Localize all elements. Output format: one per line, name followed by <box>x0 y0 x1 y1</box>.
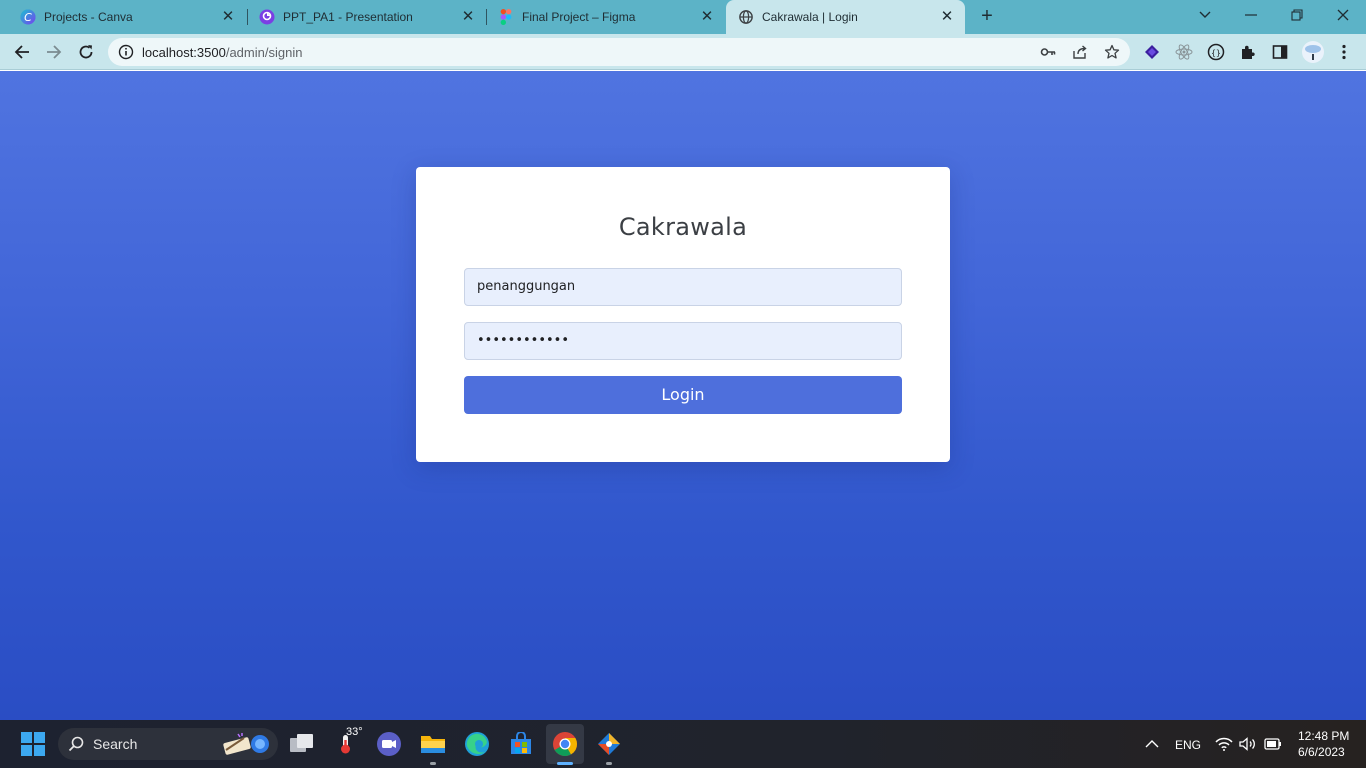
weather-temp: 33° <box>346 726 363 738</box>
tab-search-button[interactable] <box>1182 0 1228 30</box>
close-icon[interactable]: ✕ <box>460 9 476 25</box>
url-host: localhost:3500 <box>142 45 226 60</box>
tab-canva[interactable]: C Projects - Canva ✕ <box>0 0 246 34</box>
task-view-icon[interactable] <box>288 730 316 758</box>
close-icon <box>1337 9 1349 21</box>
battery-icon[interactable] <box>1263 730 1283 758</box>
password-field[interactable]: •••••••••••• <box>464 322 902 360</box>
site-info-icon[interactable] <box>118 44 134 60</box>
new-tab-button[interactable]: + <box>976 6 998 28</box>
windows-taskbar: Search 33° ENG 12:48 PM 6/6/2023 <box>0 720 1366 768</box>
microsoft-store-icon[interactable] <box>507 730 535 758</box>
address-bar[interactable]: localhost:3500/admin/signin <box>108 38 1130 66</box>
close-icon[interactable]: ✕ <box>939 9 955 25</box>
forward-button[interactable] <box>42 40 66 64</box>
url-text: localhost:3500/admin/signin <box>142 45 302 60</box>
profile-avatar[interactable] <box>1302 41 1324 63</box>
key-icon[interactable] <box>1040 44 1056 60</box>
chevron-down-icon <box>1199 11 1211 18</box>
file-explorer-icon[interactable] <box>419 730 447 758</box>
tab-title: Projects - Canva <box>44 10 133 24</box>
search-icon <box>68 736 84 757</box>
tab-strip: C Projects - Canva ✕ PPT_PA1 - Presentat… <box>0 0 1366 34</box>
extensions-puzzle-icon[interactable] <box>1239 43 1257 61</box>
close-icon[interactable]: ✕ <box>220 9 236 25</box>
login-card: Cakrawala penanggungan •••••••••••• Logi… <box>416 167 950 462</box>
search-label: Search <box>93 736 138 752</box>
tab-presentation[interactable]: PPT_PA1 - Presentation ✕ <box>247 0 486 34</box>
bookmark-star-icon[interactable] <box>1104 44 1120 60</box>
arrow-left-icon <box>14 45 29 59</box>
react-devtools-icon[interactable] <box>1175 43 1193 61</box>
volume-icon[interactable] <box>1238 730 1258 758</box>
extension-purple-icon[interactable] <box>1143 43 1161 61</box>
tab-title: Cakrawala | Login <box>762 10 858 24</box>
close-icon[interactable]: ✕ <box>699 9 715 25</box>
minimize-button[interactable] <box>1228 0 1274 30</box>
page-viewport: Cakrawala penanggungan •••••••••••• Logi… <box>0 71 1366 720</box>
edge-browser-icon[interactable] <box>463 730 491 758</box>
video-chat-icon[interactable] <box>375 730 403 758</box>
windows-start-icon[interactable] <box>19 730 47 758</box>
language-indicator[interactable]: ENG <box>1175 738 1201 752</box>
reload-icon <box>79 45 93 59</box>
running-indicator <box>430 762 436 765</box>
login-button[interactable]: Login <box>464 376 902 414</box>
menu-kebab-icon[interactable] <box>1335 43 1353 61</box>
json-viewer-icon[interactable]: {} <box>1207 43 1225 61</box>
clock-time[interactable]: 12:48 PM <box>1298 729 1349 743</box>
clock-date[interactable]: 6/6/2023 <box>1298 745 1345 759</box>
reload-button[interactable] <box>74 40 98 64</box>
tab-title: PPT_PA1 - Presentation <box>283 10 413 24</box>
username-field[interactable]: penanggungan <box>464 268 902 306</box>
globe-icon <box>738 9 754 25</box>
tab-cakrawala-login[interactable]: Cakrawala | Login ✕ <box>726 0 965 34</box>
url-path: /admin/signin <box>225 45 303 60</box>
figma-icon <box>498 9 514 25</box>
presentation-icon <box>259 9 275 25</box>
git-tool-icon[interactable] <box>595 730 623 758</box>
taskbar-search-box[interactable]: Search <box>58 728 278 760</box>
close-window-button[interactable] <box>1320 0 1366 30</box>
browser-toolbar: localhost:3500/admin/signin {} <box>0 34 1366 70</box>
svg-text:C: C <box>24 11 32 24</box>
svg-text:{}: {} <box>1211 49 1221 58</box>
login-title: Cakrawala <box>618 213 748 241</box>
search-highlight-icon <box>220 730 274 763</box>
share-icon[interactable] <box>1072 44 1088 60</box>
tab-title: Final Project – Figma <box>522 10 636 24</box>
restore-button[interactable] <box>1274 0 1320 30</box>
back-button[interactable] <box>10 40 34 64</box>
running-indicator <box>606 762 612 765</box>
minimize-icon <box>1245 14 1257 16</box>
side-panel-icon[interactable] <box>1271 43 1289 61</box>
arrow-right-icon <box>47 45 62 59</box>
tab-figma[interactable]: Final Project – Figma ✕ <box>486 0 725 34</box>
canva-icon: C <box>20 9 36 25</box>
restore-icon <box>1291 9 1303 21</box>
running-indicator-active <box>557 762 573 765</box>
chevron-up-icon[interactable] <box>1140 730 1164 758</box>
wifi-icon[interactable] <box>1214 730 1234 758</box>
chrome-browser-icon[interactable] <box>546 724 584 764</box>
weather-widget-icon[interactable]: 33° <box>332 726 363 758</box>
